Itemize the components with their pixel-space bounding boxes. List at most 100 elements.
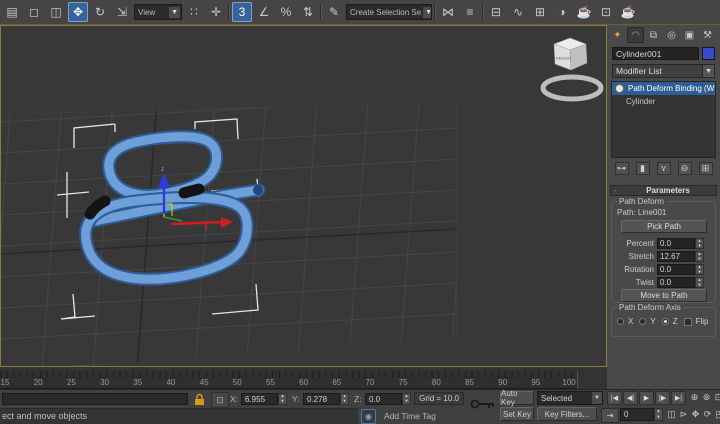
- pan-view-button[interactable]: ✥: [690, 408, 701, 421]
- add-time-tag[interactable]: Add Time Tag: [384, 411, 436, 421]
- flip-checkbox[interactable]: [684, 318, 692, 326]
- pin-stack-button[interactable]: ⊶: [615, 162, 629, 175]
- material-editor-icon[interactable]: ◑: [552, 2, 572, 22]
- time-configuration-button[interactable]: ◫: [666, 408, 677, 421]
- x-coordinate-field[interactable]: 6.955: [241, 393, 278, 405]
- render-setup-icon[interactable]: ☕: [574, 2, 594, 22]
- maxscript-mini-listener[interactable]: [2, 393, 188, 405]
- angle-snap-toggle-icon[interactable]: ∠: [254, 2, 274, 22]
- schematic-view-icon[interactable]: ⊞: [530, 2, 550, 22]
- modifier-stack-row[interactable]: Path Deform Binding (WS: [612, 82, 715, 95]
- twist-field[interactable]: 0.0: [657, 277, 695, 288]
- select-and-manipulate-icon[interactable]: ✛: [206, 2, 226, 22]
- layer-manager-icon[interactable]: ⊟: [486, 2, 506, 22]
- align-icon[interactable]: ≡: [460, 2, 480, 22]
- key-mode-toggle-button[interactable]: ⇥: [601, 408, 619, 423]
- z-coordinate-spinner[interactable]: ▲▼: [402, 393, 411, 405]
- tab-display[interactable]: ▣: [681, 27, 698, 43]
- move-to-path-button[interactable]: Move to Path: [621, 289, 707, 302]
- tab-modify[interactable]: ◠: [627, 27, 644, 43]
- render-production-icon[interactable]: ☕: [618, 2, 638, 22]
- graph-editors-icon[interactable]: ∿: [508, 2, 528, 22]
- stretch-field[interactable]: 12.67: [657, 251, 695, 262]
- x-coordinate-spinner[interactable]: ▲▼: [278, 393, 287, 405]
- rotation-spinner[interactable]: ▲▼: [695, 264, 704, 275]
- zoom-button[interactable]: ⊕: [689, 391, 700, 404]
- isolate-selection-toggle[interactable]: ◉: [361, 409, 376, 424]
- timeline-frame-label: 35: [133, 378, 142, 387]
- make-unique-button[interactable]: ⋎: [657, 162, 671, 175]
- timeline-frame-label: 65: [332, 378, 341, 387]
- go-to-start-button[interactable]: |◀: [607, 391, 622, 405]
- frame-spinner[interactable]: ▲▼: [654, 408, 663, 421]
- tab-motion[interactable]: ◎: [663, 27, 680, 43]
- window-crossing-icon[interactable]: ◫: [46, 2, 66, 22]
- modifier-stack-row[interactable]: Cylinder: [612, 95, 715, 108]
- select-by-name-icon[interactable]: ▤: [2, 2, 22, 22]
- selection-lock-icon[interactable]: [193, 393, 206, 406]
- auto-key-button[interactable]: Auto Key: [500, 391, 534, 405]
- cylinder001-tube[interactable]: [86, 137, 263, 280]
- axis-radio-z[interactable]: [662, 318, 669, 325]
- set-key-button[interactable]: Set Key: [500, 407, 534, 421]
- tab-utilities[interactable]: ⚒: [699, 27, 716, 43]
- zoom-all-button[interactable]: ⊛: [701, 391, 712, 404]
- axis-radio-x[interactable]: [617, 318, 624, 325]
- maximize-viewport-toggle-button[interactable]: ◰: [714, 408, 720, 421]
- snaps-toggle-3d-icon[interactable]: 3: [232, 2, 252, 22]
- perspective-viewport[interactable]: z FRONT: [0, 25, 607, 367]
- percent-field[interactable]: 0.0: [657, 238, 695, 249]
- viewcube[interactable]: FRONT: [543, 38, 601, 99]
- reference-coordinate-system-dropdown[interactable]: View▼: [134, 4, 182, 20]
- z-coordinate-field[interactable]: 0.0: [365, 393, 402, 405]
- percent-snap-toggle-icon[interactable]: %: [276, 2, 296, 22]
- object-color-swatch[interactable]: [702, 47, 715, 60]
- y-coordinate-field[interactable]: 0.278: [303, 393, 340, 405]
- modifier-list-dropdown[interactable]: Modifier List ▼: [612, 64, 715, 78]
- edit-named-selection-sets-icon[interactable]: ✎: [324, 2, 344, 22]
- select-and-scale-icon[interactable]: ⇲: [112, 2, 132, 22]
- key-filters-button[interactable]: Key Filters...: [537, 407, 597, 421]
- rotation-field[interactable]: 0.0: [657, 264, 695, 275]
- zoom-extents-button[interactable]: ⊡: [713, 391, 720, 404]
- rendered-frame-window-icon[interactable]: ⊡: [596, 2, 616, 22]
- play-animation-button[interactable]: ▶: [639, 391, 654, 405]
- timeline-frame-label: 70: [366, 378, 375, 387]
- modifier-stack[interactable]: Path Deform Binding (WSCylinder: [611, 81, 716, 158]
- time-slider-ruler[interactable]: 1520253035404550556065707580859095100: [0, 371, 578, 389]
- axis-radio-y[interactable]: [639, 318, 646, 325]
- percent-spinner[interactable]: ▲▼: [695, 238, 704, 249]
- twist-spinner[interactable]: ▲▼: [695, 277, 704, 288]
- selection-set-dropdown[interactable]: Selected ▼: [537, 391, 603, 405]
- use-pivot-point-center-icon[interactable]: ∷: [184, 2, 204, 22]
- select-and-rotate-icon[interactable]: ↻: [90, 2, 110, 22]
- object-name-field[interactable]: Cylinder001: [612, 47, 699, 60]
- twist-label: Twist: [607, 278, 657, 287]
- rectangular-selection-region-icon[interactable]: ◻: [24, 2, 44, 22]
- absolute-mode-transform-toggle[interactable]: ⊡: [211, 392, 229, 408]
- gizmo-x-axis[interactable]: [171, 222, 223, 224]
- configure-modifier-sets-button[interactable]: ⊞: [699, 162, 713, 175]
- y-coordinate-spinner[interactable]: ▲▼: [340, 393, 349, 405]
- next-frame-button[interactable]: |▶: [655, 391, 670, 405]
- visibility-bulb-icon[interactable]: [615, 84, 624, 93]
- show-end-result-button[interactable]: ▮: [636, 162, 650, 175]
- select-and-move-icon[interactable]: ✥: [68, 2, 88, 22]
- field-of-view-button[interactable]: ⊳: [678, 408, 689, 421]
- timeline-frame-label: 25: [67, 378, 76, 387]
- pick-path-button[interactable]: Pick Path: [621, 220, 707, 233]
- gizmo-y-axis[interactable]: [164, 217, 182, 221]
- parameters-rollout-header[interactable]: - Parameters: [610, 185, 717, 196]
- previous-frame-button[interactable]: ◀|: [623, 391, 638, 405]
- tab-create[interactable]: ✦: [609, 27, 626, 43]
- go-to-end-button[interactable]: ▶|: [671, 391, 686, 405]
- named-selection-sets-dropdown[interactable]: Create Selection Se▼: [346, 4, 432, 20]
- mirror-icon[interactable]: ⋈: [438, 2, 458, 22]
- orbit-button[interactable]: ⟳: [702, 408, 713, 421]
- set-keys-key-icon[interactable]: [470, 398, 496, 410]
- current-frame-field[interactable]: 0: [620, 408, 654, 421]
- stretch-spinner[interactable]: ▲▼: [695, 251, 704, 262]
- remove-modifier-button[interactable]: ⊖: [678, 162, 692, 175]
- tab-hierarchy[interactable]: ⧉: [645, 27, 662, 43]
- spinner-snap-toggle-icon[interactable]: ⇅: [298, 2, 318, 22]
